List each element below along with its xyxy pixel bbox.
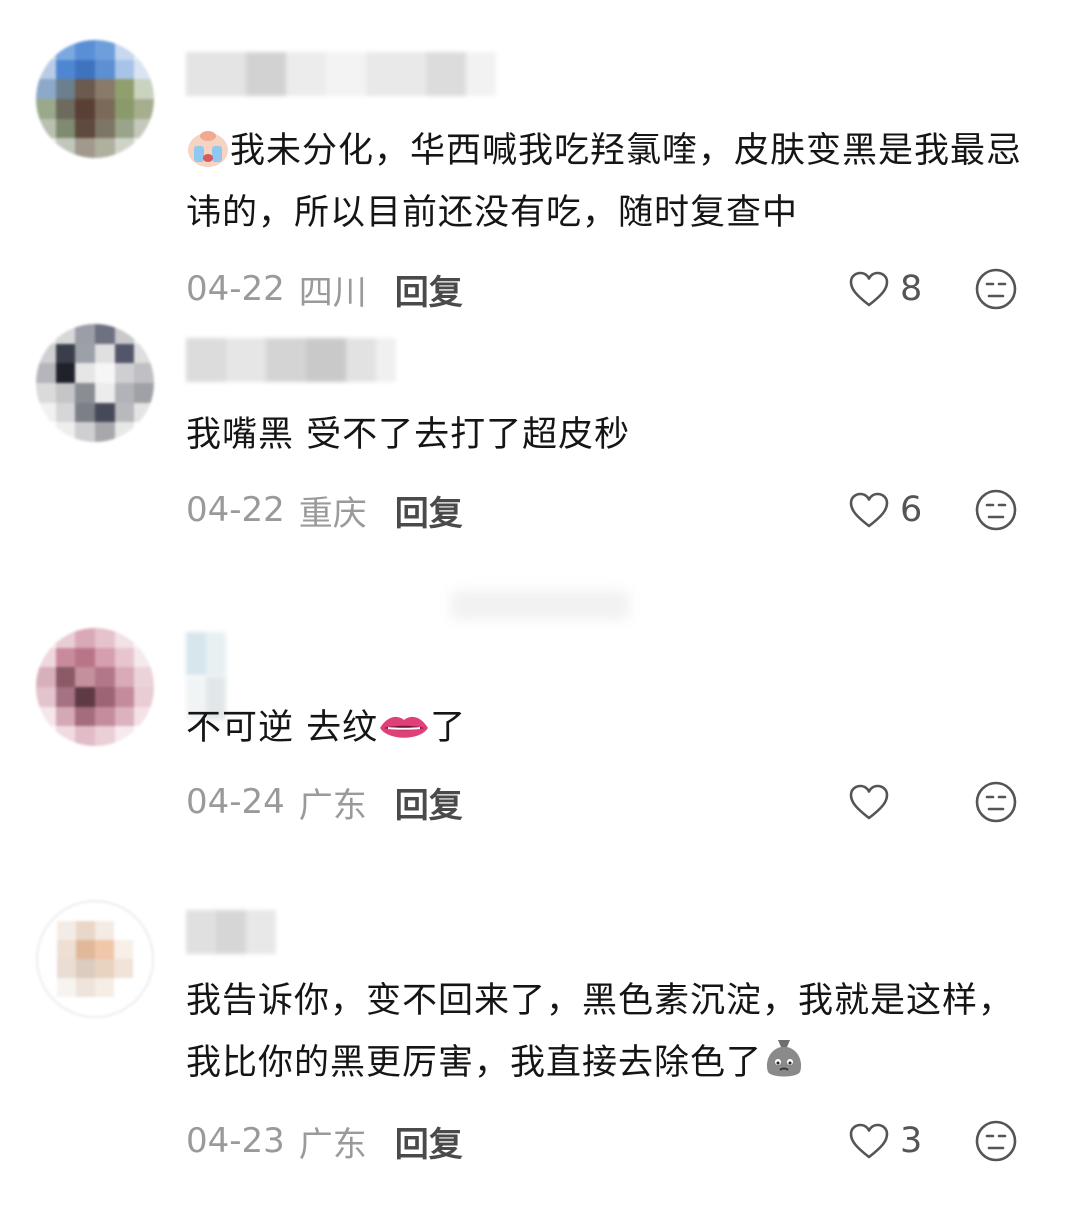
neutral-face-icon[interactable] (974, 780, 1018, 824)
comment-text: 不可逆 去纹 了 (186, 697, 1030, 759)
comment-date: 04-22 (186, 269, 285, 309)
like-button[interactable] (848, 777, 900, 827)
avatar[interactable] (36, 900, 154, 1018)
comment-text-content: 我未分化，华西喊我吃羟氯喹，皮肤变黑是我最忌讳的，所以目前还没有吃，随时复查中 (186, 131, 1023, 233)
comment-region: 广东 (298, 785, 367, 826)
reply-button[interactable]: 回复 (395, 1117, 463, 1166)
username-blurred[interactable] (186, 338, 396, 382)
username-blurred[interactable] (186, 910, 276, 954)
comment-date: 04-22 (186, 490, 285, 530)
like-button[interactable]: 3 (848, 1116, 922, 1166)
heart-outline-icon (849, 492, 889, 528)
comment-meta: 04-22 重庆 回复 (186, 485, 463, 535)
like-button[interactable]: 6 (848, 485, 922, 535)
heart-outline-icon (849, 784, 889, 820)
collapsed-replies-divider (450, 590, 630, 620)
comment-text: 我嘴黑 受不了去打了超皮秒 (186, 404, 1030, 466)
like-count: 6 (900, 490, 923, 530)
neutral-face-icon[interactable] (974, 267, 1018, 311)
sad-money-bag-emoji (766, 1040, 802, 1077)
comment-meta: 04-24 广东 回复 (186, 777, 463, 827)
comment-region: 广东 (298, 1124, 367, 1165)
reply-button[interactable]: 回复 (395, 486, 463, 535)
comment-region: 重庆 (298, 493, 367, 534)
comment-text: 我未分化，华西喊我吃羟氯喹，皮肤变黑是我最忌讳的，所以目前还没有吃，随时复查中 (186, 120, 1030, 244)
like-button[interactable]: 8 (848, 264, 922, 314)
comment-meta: 04-22 四川 回复 (186, 264, 463, 314)
like-count: 8 (900, 269, 923, 309)
comment-text-content: 了 (430, 708, 467, 748)
like-count: 3 (900, 1121, 923, 1161)
lips-emoji (380, 716, 429, 738)
username-blurred[interactable] (186, 632, 226, 676)
avatar[interactable] (36, 40, 154, 158)
neutral-face-icon[interactable] (974, 1119, 1018, 1163)
heart-outline-icon (849, 1123, 889, 1159)
comment-region: 四川 (298, 272, 367, 313)
reply-button[interactable]: 回复 (395, 265, 463, 314)
comment-text-content: 我告诉你，变不回来了，黑色素沉淀，我就是这样，我比你的黑更厉害，我直接去除色了 (186, 981, 1015, 1083)
comment-date: 04-23 (186, 1121, 285, 1161)
avatar[interactable] (36, 628, 154, 746)
crying-baby-emoji (188, 131, 228, 167)
comment-text: 我告诉你，变不回来了，黑色素沉淀，我就是这样，我比你的黑更厉害，我直接去除色了 (186, 970, 1030, 1094)
comment-meta: 04-23 广东 回复 (186, 1116, 463, 1166)
username-blurred[interactable] (186, 52, 496, 96)
comment-text-content: 不可逆 去纹 (186, 708, 379, 748)
comment-date: 04-24 (186, 782, 285, 822)
heart-outline-icon (849, 271, 889, 307)
reply-button[interactable]: 回复 (395, 778, 463, 827)
neutral-face-icon[interactable] (974, 488, 1018, 532)
comment-text-content: 我嘴黑 受不了去打了超皮秒 (186, 415, 631, 455)
avatar[interactable] (36, 324, 154, 442)
